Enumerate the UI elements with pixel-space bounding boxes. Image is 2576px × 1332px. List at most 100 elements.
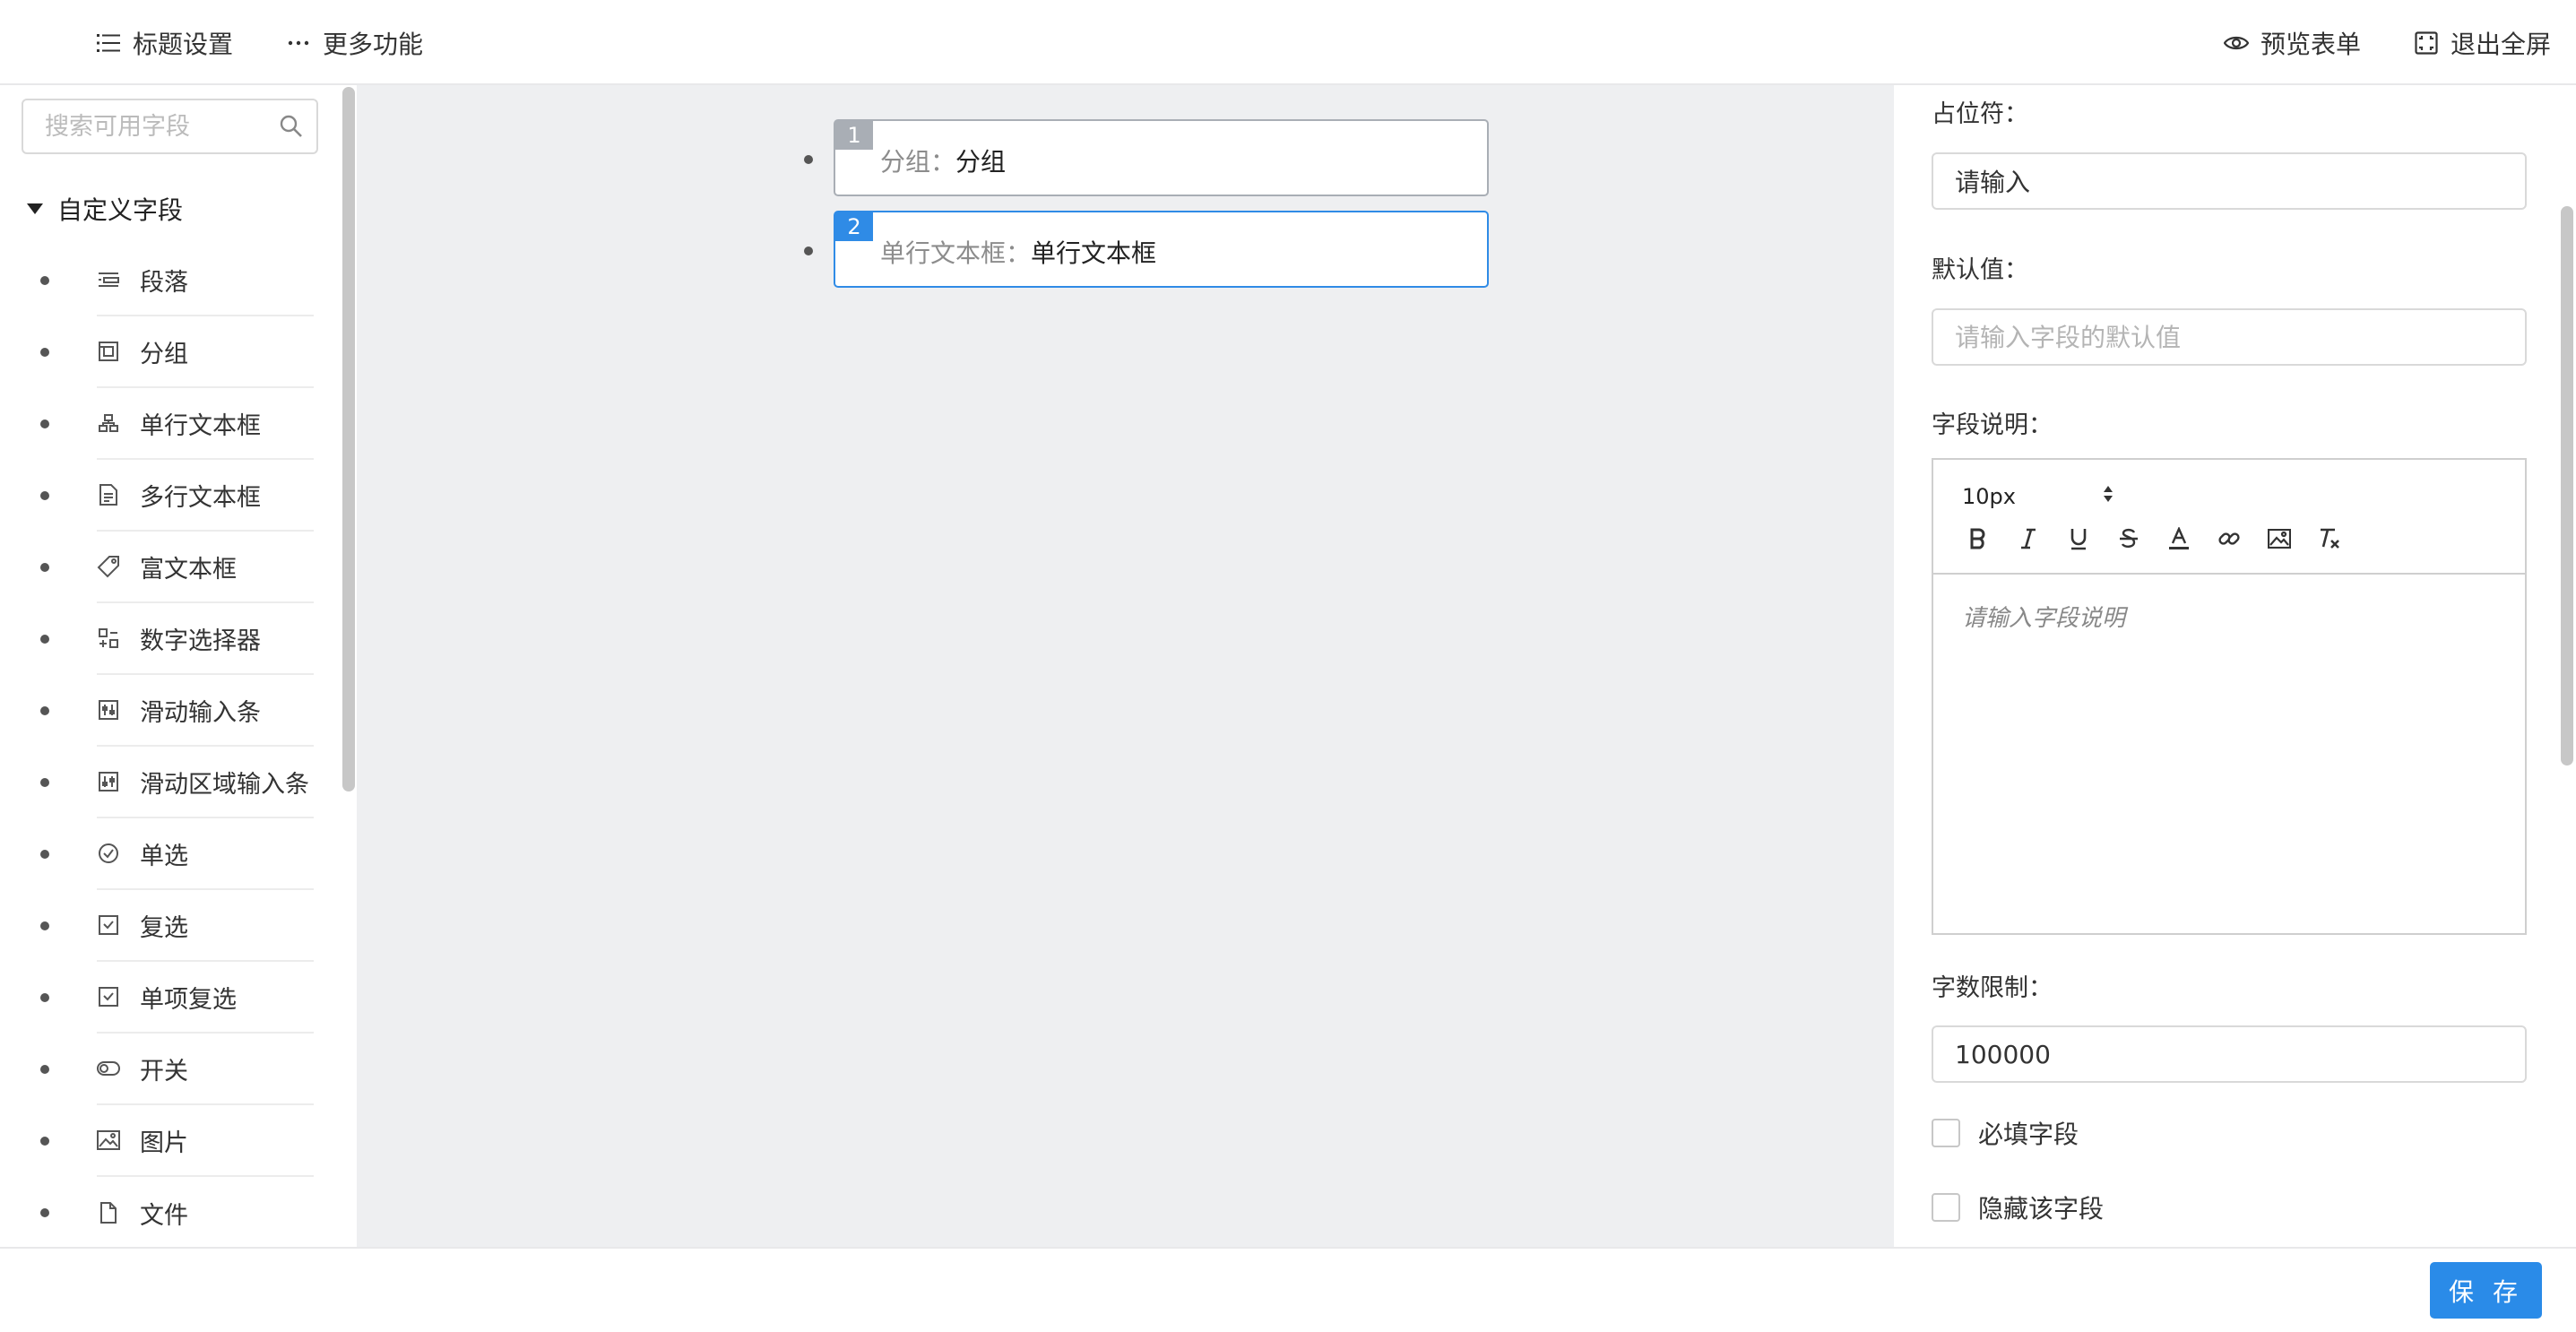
underline-icon[interactable] [2062,523,2095,555]
title-settings-label: 标题设置 [133,30,234,59]
field-item-label: 文件 [140,1201,188,1230]
field-item-paragraph[interactable]: 段落 [0,245,357,316]
card-text: 单行文本框： 单行文本框 [880,234,1156,270]
bullet [40,419,49,428]
ellipsis-icon [285,30,312,56]
field-item-textarea[interactable]: 多行文本框 [0,460,357,532]
field-item-label: 分组 [140,340,188,368]
field-item-single-checkbox[interactable]: 单项复选 [0,962,357,1034]
strikethrough-icon[interactable] [2113,523,2145,555]
exit-fullscreen-icon [2413,30,2440,56]
field-item-number-picker[interactable]: 数字选择器 [0,603,357,675]
canvas-field-row: 1 分组： 分组 [357,119,1894,196]
clear-format-icon[interactable] [2313,523,2346,555]
form-canvas: 1 分组： 分组 2 单行文本框： 单行文本框 [357,85,1894,1247]
textarea-icon [97,483,120,506]
caret-down-icon [27,203,43,214]
field-item-text-input[interactable]: 单行文本框 [0,388,357,460]
font-size-select[interactable]: 10px [1962,481,2114,512]
sidebar-scrollbar[interactable] [342,87,355,791]
field-item-rich-text[interactable]: 富文本框 [0,532,357,603]
bullet [40,1208,49,1217]
bullet [40,635,49,644]
check-square-icon [97,913,120,937]
field-list: 段落 分组 单行文本框 多行文本框 富文本框 数字选择器 滑动输入条 滑动区域输… [0,245,357,1247]
card-field-type: 分组： [880,147,956,177]
field-properties-panel: 占位符： 默认值： 字段说明： 10px [1894,85,2576,1247]
field-item-range-slider[interactable]: 滑动区域输入条 [0,747,357,818]
italic-icon[interactable] [2012,523,2044,555]
char-limit-label: 字数限制： [1932,974,2053,1002]
paragraph-icon [97,268,120,291]
checkbox-box[interactable] [1932,1119,1960,1147]
field-item-label: 单项复选 [140,985,237,1014]
canvas-field-card-text-input[interactable]: 2 单行文本框： 单行文本框 [834,211,1489,288]
char-limit-input[interactable] [1932,1025,2527,1083]
custom-fields-group-title: 自定义字段 [57,195,184,225]
save-button[interactable]: 保 存 [2430,1262,2542,1319]
bullet [804,155,813,164]
bold-icon[interactable] [1962,523,1994,555]
search-icon[interactable] [279,114,304,139]
field-item-image[interactable]: 图片 [0,1105,357,1177]
range-slider-icon [97,770,120,793]
more-features-button[interactable]: 更多功能 [285,25,423,61]
hide-field-checkbox[interactable]: 隐藏该字段 [1932,1189,2104,1225]
field-item-switch[interactable]: 开关 [0,1034,357,1105]
default-value-label: 默认值： [1932,256,2028,284]
card-field-title: 单行文本框 [1031,238,1157,268]
field-search [22,99,318,154]
insert-image-icon[interactable] [2263,523,2295,555]
bullet [40,1137,49,1146]
placeholder-input[interactable] [1932,152,2527,210]
bullet [40,706,49,715]
title-settings-button[interactable]: 标题设置 [95,25,233,61]
group-icon [97,340,120,363]
exit-fullscreen-label: 退出全屏 [2451,30,2552,59]
card-field-type: 单行文本框： [880,238,1032,268]
check-square-icon [97,985,120,1008]
link-icon[interactable] [2213,523,2245,555]
field-item-file[interactable]: 文件 [0,1177,357,1247]
number-picker-icon [97,627,120,650]
card-text: 分组： 分组 [880,143,1006,178]
field-item-label: 图片 [140,1129,188,1157]
footer-bar: 保 存 [0,1247,2576,1332]
canvas-field-card-group[interactable]: 1 分组： 分组 [834,119,1489,196]
top-toolbar: 标题设置 更多功能 预览表单 退出全屏 [0,0,2576,85]
panel-scrollbar[interactable] [2561,206,2573,765]
field-number-badge: 2 [835,212,873,241]
image-icon [97,1129,120,1152]
slider-icon [97,698,120,722]
required-field-label: 必填字段 [1978,1120,2079,1149]
editor-placeholder[interactable]: 请输入字段说明 [1962,600,2125,633]
field-sidebar: 自定义字段 段落 分组 [0,85,357,1247]
more-features-label: 更多功能 [323,30,424,59]
preview-form-button[interactable]: 预览表单 [2223,25,2361,61]
placeholder-label: 占位符： [1932,100,2028,128]
checkbox-box[interactable] [1932,1193,1960,1222]
field-item-label: 多行文本框 [140,483,261,512]
sort-arrows-icon [2102,484,2114,509]
canvas-field-row: 2 单行文本框： 单行文本框 [357,211,1894,288]
field-item-slider[interactable]: 滑动输入条 [0,675,357,747]
tag-icon [97,555,120,578]
field-item-label: 数字选择器 [140,627,261,655]
bullet [40,993,49,1002]
custom-fields-group-toggle[interactable]: 自定义字段 [27,191,183,227]
field-item-radio[interactable]: 单选 [0,818,357,890]
field-search-input[interactable] [23,100,265,152]
bullet [40,563,49,572]
default-value-input[interactable] [1932,308,2527,366]
required-field-checkbox[interactable]: 必填字段 [1932,1115,2079,1151]
bullet [40,778,49,787]
text-color-icon[interactable] [2163,523,2195,555]
eye-icon [2223,30,2250,56]
field-item-group[interactable]: 分组 [0,316,357,388]
exit-fullscreen-button[interactable]: 退出全屏 [2413,25,2551,61]
field-item-label: 单选 [140,842,188,870]
field-item-label: 开关 [140,1057,188,1085]
text-input-icon [97,411,120,435]
card-field-title: 分组 [955,147,1007,177]
field-item-checkbox[interactable]: 复选 [0,890,357,962]
